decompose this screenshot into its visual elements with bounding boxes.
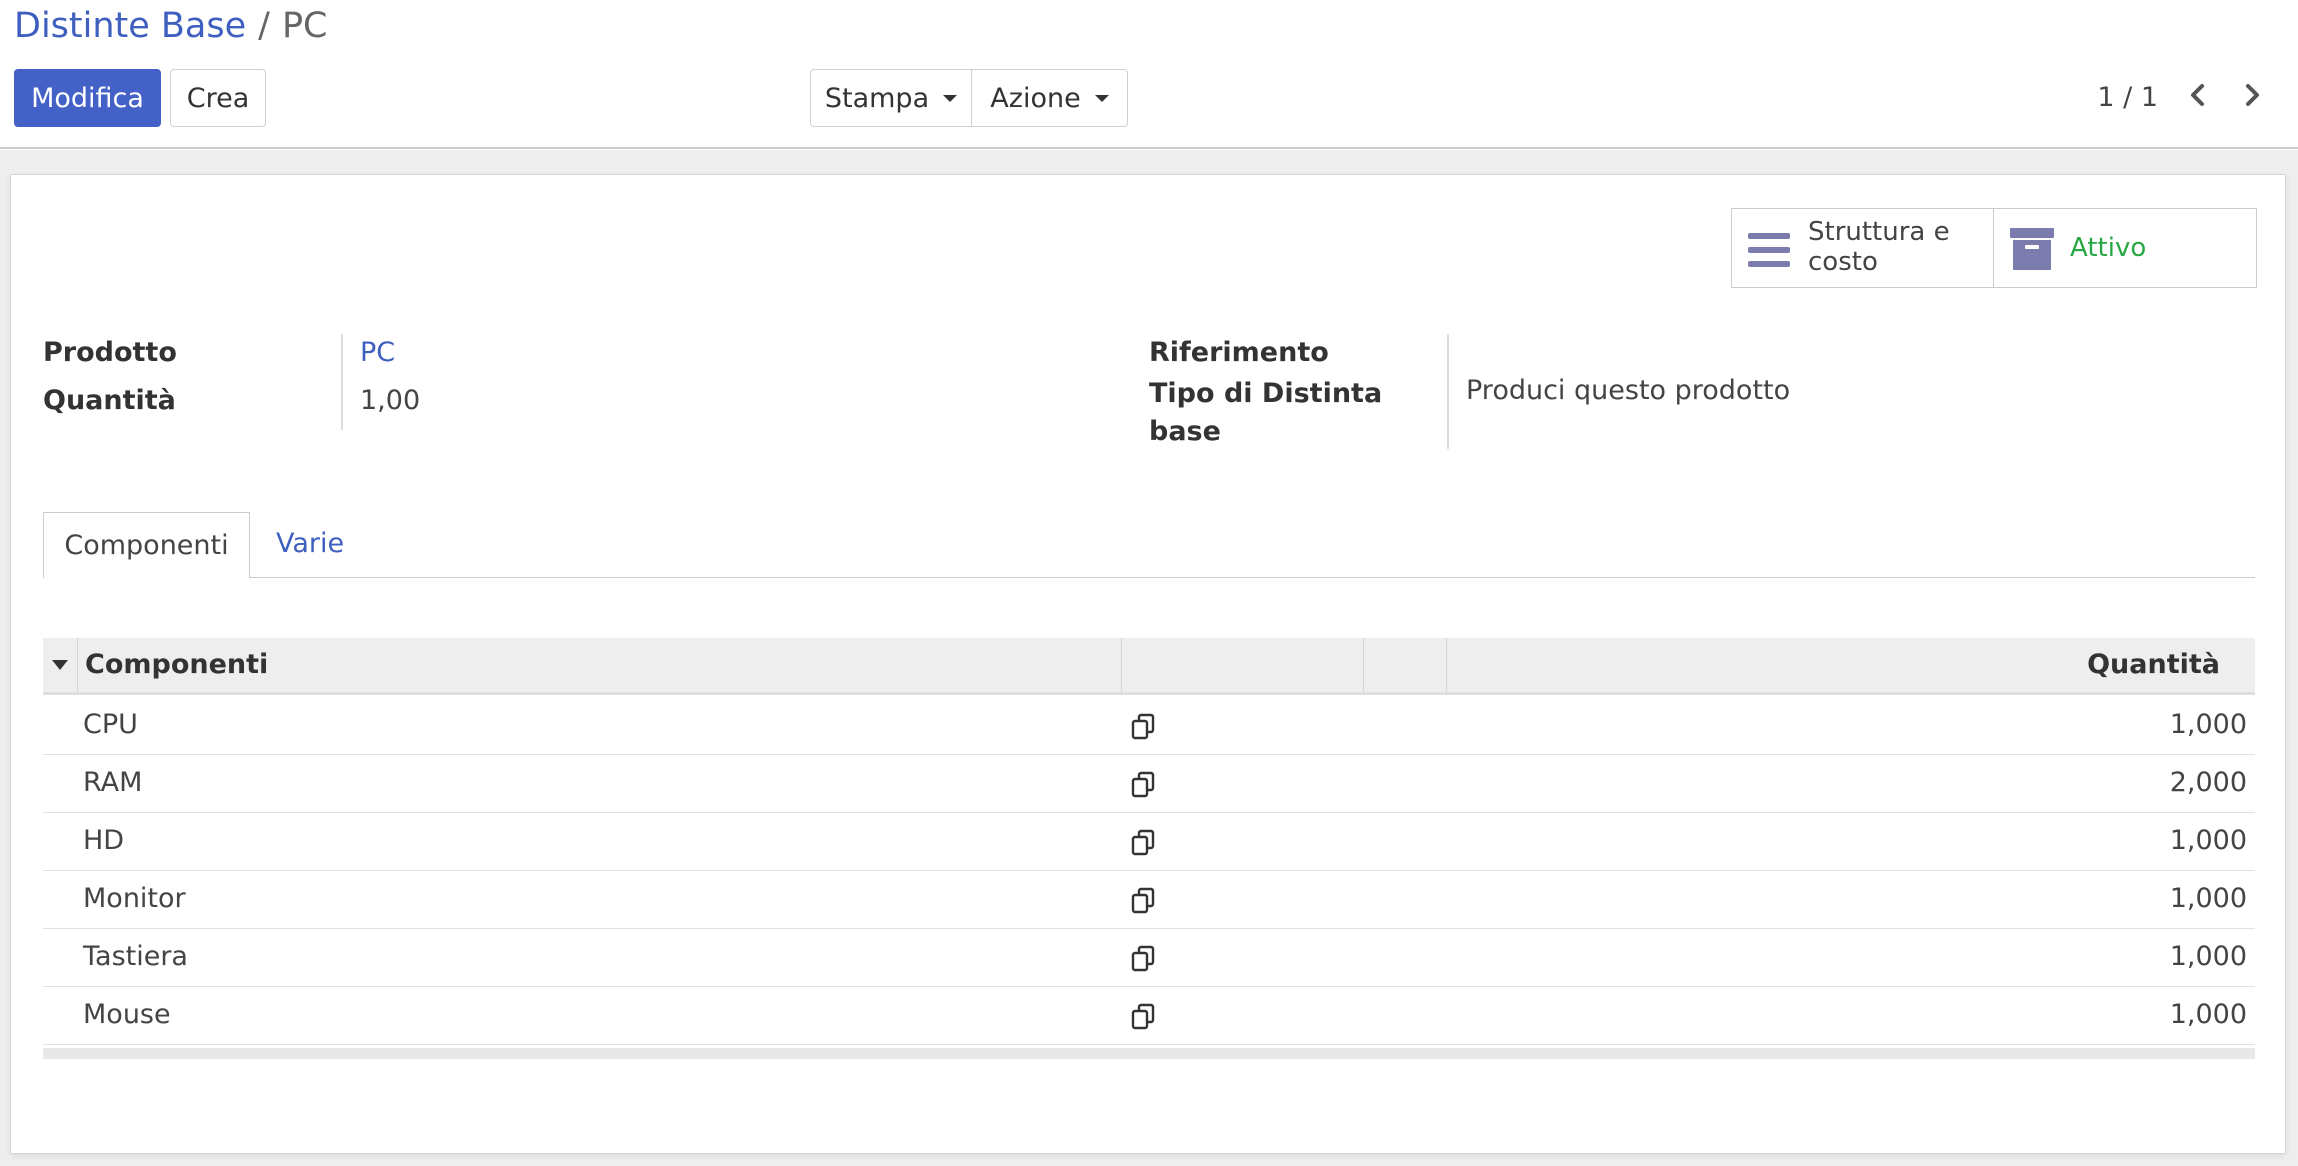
tab-misc-label: Varie: [276, 528, 345, 559]
quantity-value: 1,00: [360, 385, 421, 416]
control-panel-divider: [0, 147, 2298, 149]
smart-button-box: Struttura e costo Attivo: [1731, 208, 2257, 288]
copy-icon[interactable]: [1130, 945, 1158, 973]
component-name: CPU: [83, 709, 138, 740]
chevron-right-icon[interactable]: [2237, 80, 2267, 110]
active-label: Attivo: [2070, 233, 2147, 263]
edit-button[interactable]: Modifica: [14, 69, 161, 127]
bom-type-label-line1: Tipo di Distinta: [1149, 378, 1383, 409]
copy-icon[interactable]: [1130, 887, 1158, 915]
active-toggle-button[interactable]: Attivo: [1994, 209, 2256, 287]
copy-icon[interactable]: [1130, 1003, 1158, 1031]
component-quantity: 1,000: [2169, 709, 2247, 740]
product-label: Prodotto: [43, 337, 177, 368]
chevron-left-icon[interactable]: [2183, 80, 2213, 110]
bom-type-label: Tipo di Distinta base: [1149, 375, 1382, 451]
component-name: HD: [83, 825, 125, 856]
breadcrumb-separator: /: [258, 6, 270, 46]
table-header: Componenti Quantità: [43, 638, 2255, 695]
print-dropdown-label: Stampa: [824, 82, 930, 114]
copy-icon[interactable]: [1130, 771, 1158, 799]
copy-icon[interactable]: [1130, 829, 1158, 857]
tab-misc[interactable]: Varie: [276, 528, 344, 559]
tab-components[interactable]: Componenti: [43, 512, 250, 578]
breadcrumb-current: PC: [281, 6, 328, 46]
table-row[interactable]: Monitor 1,000: [43, 871, 2255, 929]
table-row[interactable]: CPU 1,000: [43, 697, 2255, 755]
component-quantity: 1,000: [2169, 883, 2247, 914]
component-name: Monitor: [83, 883, 186, 914]
pager-value[interactable]: 1 / 1: [2097, 82, 2158, 113]
print-dropdown[interactable]: Stampa: [810, 69, 972, 127]
edit-button-label: Modifica: [31, 82, 144, 114]
breadcrumb-parent-link[interactable]: Distinte Base: [14, 6, 246, 46]
column-separator: [1121, 638, 1122, 692]
component-quantity: 2,000: [2169, 767, 2247, 798]
tab-components-label: Componenti: [64, 530, 229, 561]
tab-bar-line: [43, 577, 2255, 578]
component-name: RAM: [83, 767, 143, 798]
breadcrumb: Distinte Base / PC: [14, 6, 328, 46]
action-dropdown[interactable]: Azione: [971, 69, 1128, 127]
structure-cost-label: Struttura e costo: [1808, 217, 1950, 277]
product-link[interactable]: PC: [360, 337, 395, 368]
quantity-label: Quantità: [43, 385, 176, 416]
create-button-label: Crea: [186, 82, 250, 114]
archive-icon: [2010, 228, 2054, 270]
reference-label: Riferimento: [1149, 337, 1329, 368]
component-name: Tastiera: [83, 941, 188, 972]
component-quantity: 1,000: [2169, 999, 2247, 1030]
bom-type-value: Produci questo prodotto: [1466, 375, 1791, 406]
field-separator: [1447, 334, 1449, 449]
field-separator: [341, 334, 343, 430]
component-name: Mouse: [83, 999, 171, 1030]
column-separator: [1446, 638, 1447, 692]
column-header-quantity[interactable]: Quantità: [2087, 649, 2220, 680]
column-separator: [1363, 638, 1364, 692]
table-row[interactable]: Mouse 1,000: [43, 987, 2255, 1045]
component-quantity: 1,000: [2169, 825, 2247, 856]
caret-down-icon[interactable]: [52, 660, 68, 670]
structure-cost-button[interactable]: Struttura e costo: [1732, 209, 1994, 287]
table-row[interactable]: Tastiera 1,000: [43, 929, 2255, 987]
column-header-components[interactable]: Componenti: [85, 649, 268, 680]
table-row[interactable]: RAM 2,000: [43, 755, 2255, 813]
table-row[interactable]: HD 1,000: [43, 813, 2255, 871]
caret-down-icon: [943, 94, 958, 102]
column-separator: [77, 638, 78, 692]
caret-down-icon: [1094, 94, 1109, 102]
create-button[interactable]: Crea: [170, 69, 266, 127]
table-footer: [43, 1048, 2255, 1059]
copy-icon[interactable]: [1130, 713, 1158, 741]
bars-icon: [1748, 233, 1790, 267]
action-dropdown-label: Azione: [990, 82, 1081, 114]
component-quantity: 1,000: [2169, 941, 2247, 972]
bom-type-label-line2: base: [1149, 416, 1221, 447]
